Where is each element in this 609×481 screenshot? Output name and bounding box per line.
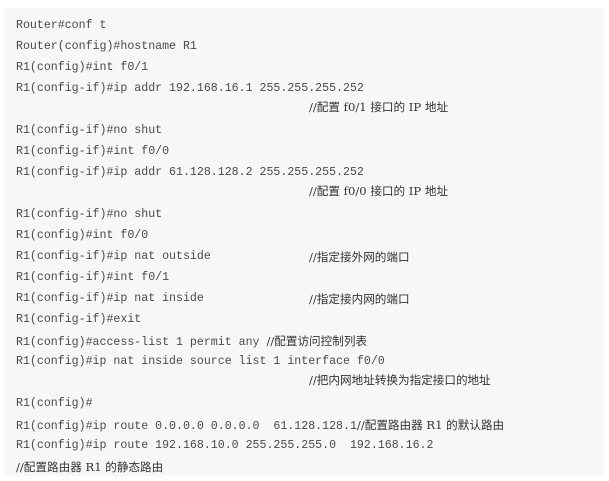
- code-text: R1(config)#ip route 192.168.10.0 255.255…: [16, 439, 434, 452]
- code-text: R1(config)#ip route 0.0.0.0 0.0.0.0 61.1…: [16, 420, 357, 433]
- comment-text: //把内网地址转换为指定接口的地址: [309, 373, 491, 387]
- code-text: R1(config-if)#no shut: [16, 124, 163, 137]
- comment-text: //配置访问控制列表: [266, 334, 368, 348]
- comment-text: //指定接内网的端口: [309, 292, 410, 306]
- code-line: R1(config-if)#no shut: [16, 124, 162, 138]
- code-line: R1(config-if)#ip addr 192.168.16.1 255.2…: [16, 82, 364, 96]
- code-line: R1(config-if)#int f0/0: [16, 145, 169, 159]
- comment-text: //指定接外网的端口: [309, 250, 410, 264]
- code-line: R1(config)#access-list 1 permit any //配置…: [16, 334, 367, 350]
- code-line: R1(config)#ip nat inside source list 1 i…: [16, 355, 385, 369]
- comment-text: //配置 f0/0 接口的 IP 地址: [309, 184, 449, 198]
- code-line: R1(config)#ip route 192.168.10.0 255.255…: [16, 439, 433, 453]
- code-line: R1(config-if)#ip nat outside //指定接外网的端口: [16, 250, 596, 264]
- code-text: R1(config-if)#int f0/0: [16, 145, 170, 158]
- code-text: R1(config)#int f0/1: [16, 61, 149, 74]
- code-text: Router#conf t: [16, 19, 107, 32]
- code-line: R1(config)#ip route 0.0.0.0 0.0.0.0 61.1…: [16, 418, 504, 434]
- code-line: R1(config-if)#ip nat inside //指定接内网的端口: [16, 292, 596, 306]
- code-text: Router(config)#hostname R1: [16, 40, 197, 53]
- code-line: R1(config-if)#int f0/1: [16, 271, 169, 285]
- code-text: R1(config-if)#exit: [16, 313, 142, 326]
- code-text: R1(config-if)#no shut: [16, 208, 163, 221]
- code-text: R1(config-if)#int f0/1: [16, 271, 170, 284]
- code-text: R1(config-if)#ip nat inside: [16, 292, 204, 305]
- code-text: R1(config-if)#ip addr 192.168.16.1 255.2…: [16, 82, 364, 95]
- code-text: R1(config)#: [16, 397, 93, 410]
- code-line: R1(config)#int f0/0: [16, 229, 148, 243]
- comment-line: //配置路由器 R1 的静态路由: [16, 460, 163, 476]
- code-line: Router(config)#hostname R1: [16, 40, 197, 54]
- code-text: R1(config-if)#ip nat outside: [16, 250, 211, 263]
- document-page: Router#conf t Router(config)#hostname R1…: [4, 8, 604, 476]
- code-line: R1(config-if)#no shut: [16, 208, 162, 222]
- code-text: R1(config)#int f0/0: [16, 229, 149, 242]
- code-line: R1(config)#int f0/1: [16, 61, 148, 75]
- comment-text: //配置路由器 R1 的静态路由: [16, 460, 164, 474]
- code-line: R1(config-if)#exit: [16, 313, 141, 327]
- comment-text: //配置 f0/1 接口的 IP 地址: [309, 100, 449, 114]
- code-text: R1(config-if)#ip addr 61.128.128.2 255.2…: [16, 166, 364, 179]
- code-line: R1(config-if)#ip addr 61.128.128.2 255.2…: [16, 166, 364, 180]
- code-text: R1(config)#ip nat inside source list 1 i…: [16, 355, 385, 368]
- code-text: R1(config)#access-list 1 permit any: [16, 336, 267, 349]
- comment-text: //配置路由器 R1 的默认路由: [356, 418, 505, 432]
- code-line: R1(config)#: [16, 397, 93, 411]
- code-line: Router#conf t: [16, 19, 106, 33]
